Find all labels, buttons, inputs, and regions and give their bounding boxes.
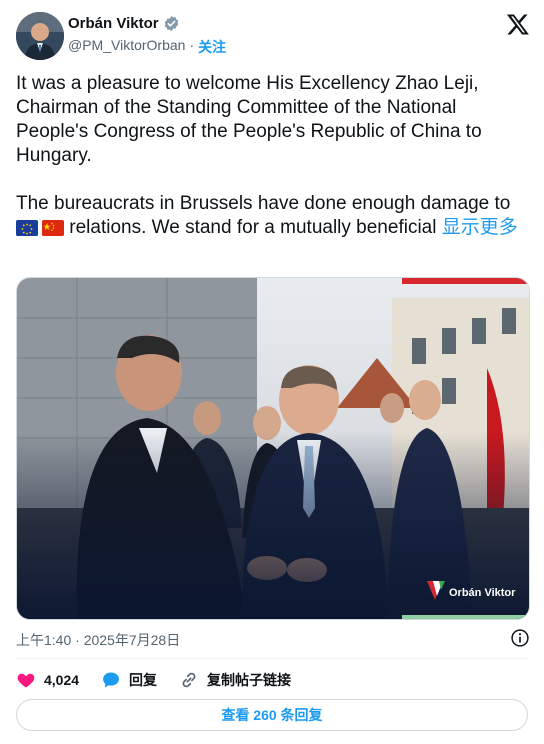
tweet-text: It was a pleasure to welcome His Excelle… [16, 72, 528, 240]
info-icon[interactable] [510, 628, 530, 648]
tweet-paragraph-2: The bureaucrats in Brussels have done en… [16, 192, 528, 240]
x-logo-icon[interactable] [506, 12, 530, 36]
tweet-paragraph-2-start: The bureaucrats in Brussels have done en… [16, 193, 511, 214]
like-count: 4,024 [44, 672, 80, 688]
author-handle-row: @PM_ViktorOrban · 关注 [68, 37, 226, 57]
photo-watermark: Orbán Viktor [449, 587, 516, 599]
like-button[interactable]: 4,024 [16, 670, 79, 690]
link-icon [182, 672, 196, 688]
reply-label: 回复 [129, 672, 158, 688]
tweet-card: Orbán Viktor @PM_ViktorOrban · 关注 It was… [0, 0, 544, 744]
author-name-row: Orbán Viktor [68, 15, 180, 32]
tweet-paragraph-1: It was a pleasure to welcome His Excelle… [16, 73, 482, 166]
copy-link-button[interactable]: 复制帖子链接 [179, 670, 291, 690]
separator-dot: · [189, 37, 195, 53]
avatar[interactable] [16, 12, 64, 60]
china-flag-icon [42, 220, 64, 236]
follow-button[interactable]: 关注 [198, 37, 226, 57]
tweet-paragraph-2-end: relations. We stand for a mutually benef… [64, 217, 442, 238]
eu-flag-icon [16, 220, 38, 236]
show-more-link[interactable]: 显示更多 [442, 217, 518, 238]
reply-button[interactable]: 回复 [101, 670, 157, 690]
speech-bubble-icon [103, 672, 119, 688]
tweet-timestamp[interactable]: 上午1:40 · 2025年7月28日 [16, 630, 180, 650]
heart-icon [17, 673, 35, 688]
action-bar: 4,024 回复 复制帖子链接 [16, 670, 313, 690]
author-name[interactable]: Orbán Viktor [68, 15, 159, 32]
verified-badge-icon [164, 16, 178, 31]
author-handle[interactable]: @PM_ViktorOrban [68, 37, 185, 57]
tweet-photo[interactable]: Orbán Viktor [16, 277, 530, 620]
view-replies-button[interactable]: 查看 260 条回复 [16, 699, 528, 731]
divider [16, 658, 528, 659]
copy-link-label: 复制帖子链接 [207, 672, 292, 688]
